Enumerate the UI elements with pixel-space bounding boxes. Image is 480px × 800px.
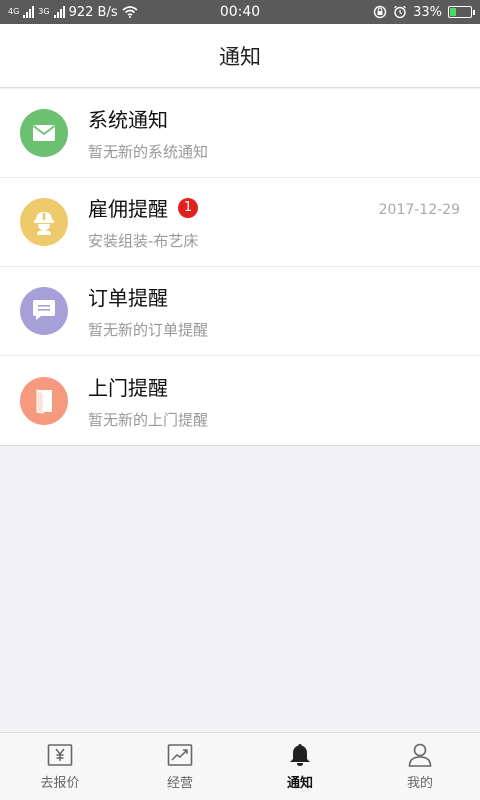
tab-notifications[interactable]: 通知 bbox=[240, 733, 360, 800]
signal-icon-2 bbox=[53, 6, 65, 18]
status-left: 4G 3G 922 B/s bbox=[8, 5, 188, 20]
order-avatar bbox=[20, 287, 68, 335]
notification-subtitle: 暂无新的系统通知 bbox=[88, 143, 209, 161]
battery-fill bbox=[450, 8, 457, 16]
tab-label: 去报价 bbox=[40, 776, 80, 791]
notification-subtitle: 安装组装-布艺床 bbox=[88, 232, 199, 250]
notification-texts: 订单提醒 暂无新的订单提醒 bbox=[88, 282, 480, 340]
status-bar: 4G 3G 922 B/s 00:40 33% bbox=[0, 0, 480, 24]
signal-icon bbox=[23, 6, 35, 18]
notification-item-order[interactable]: 订单提醒 暂无新的订单提醒 bbox=[0, 267, 480, 356]
network-speed: 922 B/s bbox=[68, 4, 118, 20]
notification-texts: 系统通知 暂无新的系统通知 bbox=[88, 104, 480, 162]
page-title: 通知 bbox=[219, 44, 261, 69]
alarm-icon bbox=[394, 5, 406, 19]
tab-me[interactable]: 我的 bbox=[360, 733, 480, 800]
notification-item-hire[interactable]: 雇佣提醒 1 安装组装-布艺床 2017-12-29 bbox=[0, 178, 480, 267]
notification-list: 系统通知 暂无新的系统通知 雇佣提醒 1 安装组装-布艺床 2017-12-29 bbox=[0, 89, 480, 446]
status-time: 00:40 bbox=[219, 4, 261, 20]
user-icon bbox=[408, 743, 432, 767]
hire-avatar bbox=[20, 198, 68, 246]
bell-icon bbox=[290, 744, 310, 766]
status-right: 33% bbox=[292, 4, 475, 20]
system-avatar bbox=[20, 109, 68, 157]
yen-icon bbox=[47, 744, 73, 766]
worker-icon bbox=[34, 212, 54, 235]
rotation-lock-icon bbox=[373, 5, 387, 19]
notification-title: 雇佣提醒 bbox=[88, 197, 168, 221]
visit-avatar bbox=[20, 376, 68, 425]
notification-title: 订单提醒 bbox=[88, 286, 168, 310]
battery-icon bbox=[448, 6, 475, 18]
bottom-tab-bar: 去报价 经营 通知 我的 bbox=[0, 732, 480, 800]
notification-subtitle: 暂无新的上门提醒 bbox=[88, 410, 209, 429]
tab-quote[interactable]: 去报价 bbox=[0, 733, 120, 800]
notification-item-visit[interactable]: 上门提醒 暂无新的上门提醒 bbox=[0, 356, 480, 445]
notification-title: 系统通知 bbox=[88, 108, 168, 132]
battery-percent: 33% bbox=[413, 4, 442, 20]
notification-subtitle: 暂无新的订单提醒 bbox=[88, 321, 209, 339]
network-3g-label: 3G bbox=[38, 7, 50, 16]
notification-title: 上门提醒 bbox=[88, 375, 168, 400]
notification-texts: 上门提醒 暂无新的上门提醒 bbox=[88, 372, 480, 430]
message-icon bbox=[33, 300, 55, 320]
tab-business[interactable]: 经营 bbox=[120, 733, 240, 800]
notification-item-system[interactable]: 系统通知 暂无新的系统通知 bbox=[0, 89, 480, 178]
notification-date: 2017-12-29 bbox=[378, 202, 460, 218]
tab-label: 通知 bbox=[286, 776, 313, 791]
tab-label: 经营 bbox=[166, 776, 193, 791]
header: 通知 bbox=[0, 24, 480, 88]
tab-label: 我的 bbox=[406, 776, 433, 791]
door-icon bbox=[36, 388, 52, 414]
network-4g-label: 4G bbox=[8, 7, 20, 16]
wifi-icon bbox=[122, 6, 138, 18]
unread-badge: 1 bbox=[178, 197, 198, 218]
trend-icon bbox=[167, 744, 193, 766]
mail-icon bbox=[32, 125, 56, 141]
